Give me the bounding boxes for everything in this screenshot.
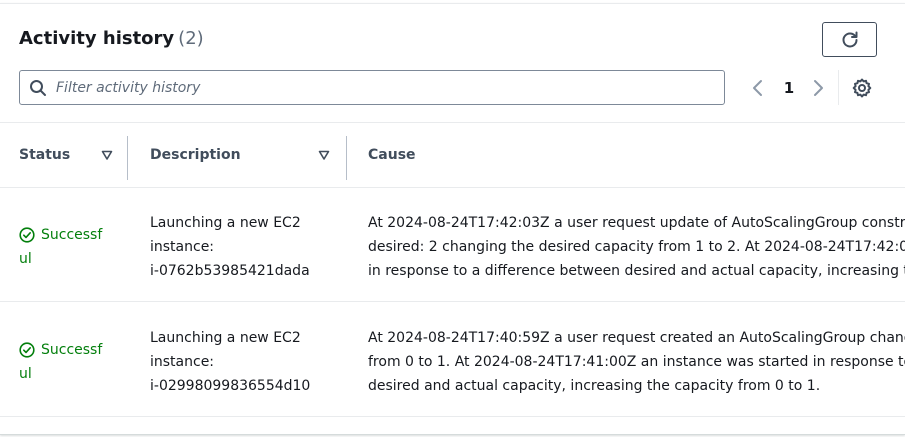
column-label: Status (19, 147, 71, 163)
pager-divider (838, 70, 839, 105)
cause-line: At 2024-08-24T17:40:59Z a user request c… (368, 330, 905, 346)
check-circle-icon (19, 342, 35, 358)
description-cell: Launching a new EC2 instance: i-02998099… (150, 326, 340, 398)
search-input[interactable] (56, 71, 716, 104)
description-line: Launching a new EC2 (150, 330, 301, 346)
instance-id: i-02998099836554d10 (150, 378, 311, 394)
column-label: Cause (368, 147, 416, 163)
description-line: Launching a new EC2 (150, 215, 301, 231)
column-header-cause: Cause (347, 123, 905, 187)
check-circle-icon (19, 227, 35, 243)
cause-line: desired and actual capacity, increasing … (368, 378, 821, 394)
page-number[interactable]: 1 (780, 78, 798, 98)
instance-id: i-0762b53985421dada (150, 263, 310, 279)
column-label: Description (150, 147, 241, 163)
cause-line: in response to a difference between desi… (368, 263, 905, 279)
activity-history-panel: Activity history(2) 1 Status (0, 3, 905, 435)
gear-icon[interactable] (852, 78, 872, 98)
table-header: Status Description Cause (0, 122, 905, 188)
cause-cell: At 2024-08-24T17:40:59Z a user request c… (368, 326, 905, 398)
description-cell: Launching a new EC2 instance: i-0762b539… (150, 211, 340, 283)
search-icon (30, 80, 46, 96)
status-text-wrap: ul (19, 366, 32, 382)
search-field[interactable] (19, 70, 725, 105)
chevron-right-icon[interactable] (808, 78, 828, 98)
chevron-left-icon[interactable] (748, 78, 768, 98)
refresh-button[interactable] (822, 22, 877, 57)
column-header-status: Status (0, 123, 128, 187)
cause-cell: At 2024-08-24T17:42:03Z a user request u… (368, 211, 905, 283)
cause-line: At 2024-08-24T17:42:03Z a user request u… (368, 215, 905, 231)
status-text-wrap: ul (19, 251, 32, 267)
refresh-icon (842, 31, 857, 47)
page-title: Activity history (2) (19, 28, 204, 49)
status-cell: Successf ul (19, 338, 119, 386)
caret-down-icon[interactable] (101, 149, 113, 161)
title-text: Activity history (19, 28, 175, 49)
status-cell: Successf ul (19, 223, 119, 271)
table-row: Successf ul Launching a new EC2 instance… (0, 302, 905, 417)
cause-line: from 0 to 1. At 2024-08-24T17:41:00Z an … (368, 354, 905, 370)
column-header-description: Description (128, 123, 347, 187)
description-line: instance: (150, 239, 215, 255)
item-count: (2) (178, 28, 204, 49)
description-line: instance: (150, 354, 215, 370)
cause-line: desired: 2 changing the desired capacity… (368, 239, 905, 255)
table-row: Successf ul Launching a new EC2 instance… (0, 187, 905, 302)
caret-down-icon[interactable] (318, 149, 330, 161)
